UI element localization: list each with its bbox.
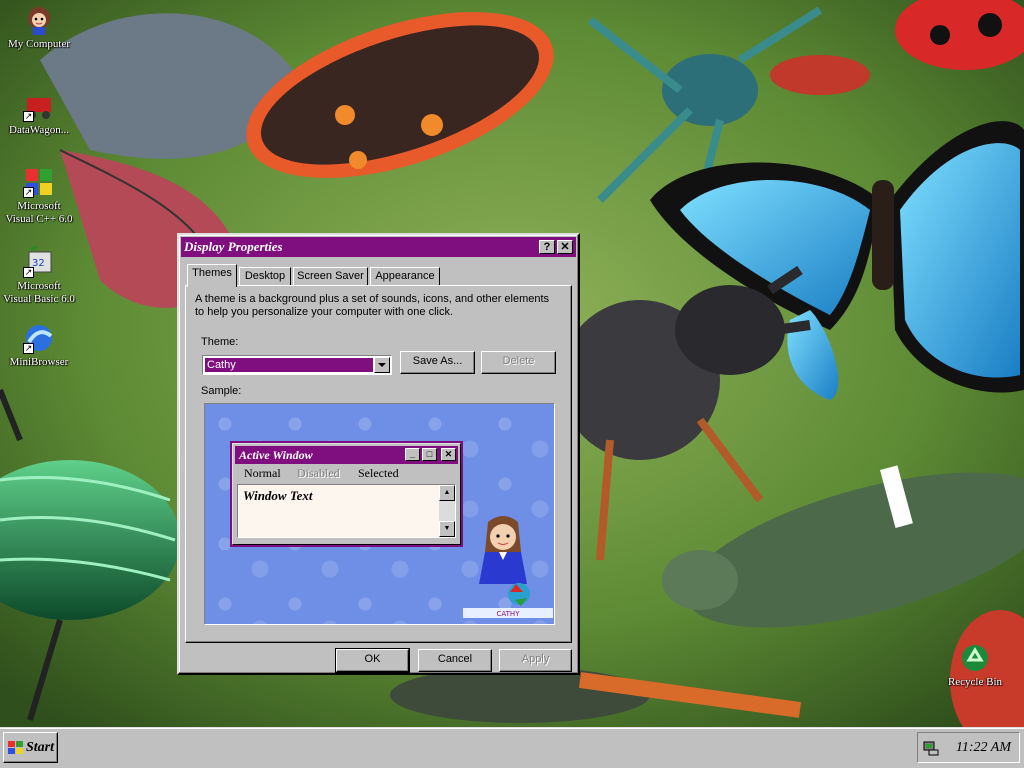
network-computer-icon[interactable] [923, 740, 939, 756]
recycle-icon [959, 642, 991, 674]
tab-themes[interactable]: Themes [187, 264, 237, 287]
sample-label: Sample: [201, 385, 242, 397]
theme-label: Theme: [201, 336, 239, 348]
theme-description: A theme is a background plus a set of so… [195, 293, 550, 318]
clock[interactable]: 11:22 AM [956, 740, 1011, 756]
desktop-icon-label: DataWagon... [9, 124, 69, 136]
dialog-titlebar[interactable]: Display Properties ? ✕ [181, 237, 576, 257]
windows-logo-icon [8, 741, 23, 754]
close-icon: ✕ [441, 448, 456, 461]
preview-scrollbar: ▲ ▼ [439, 485, 455, 537]
ok-button[interactable]: OK [335, 648, 410, 673]
visual-basic-icon: 32 ↗ [23, 244, 55, 278]
theme-sample-preview: Active Window _ □ ✕ Normal Disabled Sele… [204, 403, 555, 625]
tab-screen-saver[interactable]: Screen Saver [293, 267, 368, 286]
desktop-icon-minibrowser[interactable]: ↗ MiniBrowser [0, 322, 82, 369]
desktop-icon-recycle-bin[interactable]: Recycle Bin [932, 642, 1018, 689]
preview-title: Active Window [239, 448, 313, 462]
close-button[interactable]: ✕ [557, 240, 573, 254]
theme-select[interactable]: Cathy [202, 355, 392, 375]
tab-desktop[interactable]: Desktop [239, 267, 291, 286]
cartoon-girl-icon [23, 4, 55, 36]
taskbar: Start 11:22 AM [0, 727, 1024, 768]
preview-window-body: Window Text ▲ ▼ [237, 484, 456, 538]
delete-button[interactable]: Delete [481, 351, 556, 374]
mascot-caption: CATHY [497, 610, 521, 618]
desktop-icon-label: Recycle Bin [947, 676, 1003, 688]
desktop-icon-datawagon[interactable]: ↗ DataWagon... [0, 90, 82, 137]
help-button[interactable]: ? [539, 240, 555, 254]
preview-window-text: Window Text [243, 488, 313, 503]
desktop-icon-visual-basic[interactable]: 32 ↗ Microsoft Visual Basic 6.0 [0, 244, 82, 306]
tab-appearance[interactable]: Appearance [370, 267, 440, 286]
red-wagon-icon: ↗ [23, 90, 55, 122]
cancel-button[interactable]: Cancel [418, 649, 492, 672]
preview-titlebar: Active Window _ □ ✕ [235, 446, 458, 464]
scroll-down-icon: ▼ [439, 521, 455, 537]
desktop-icon-label: MiniBrowser [9, 356, 69, 368]
start-button[interactable]: Start [3, 732, 58, 763]
scroll-up-icon: ▲ [439, 485, 455, 501]
save-as-button[interactable]: Save As... [400, 351, 475, 374]
shortcut-arrow-icon: ↗ [23, 267, 34, 278]
shortcut-arrow-icon: ↗ [23, 187, 34, 198]
dialog-title: Display Properties [184, 239, 283, 254]
preview-menu-disabled: Disabled [297, 466, 340, 480]
theme-select-value: Cathy [205, 358, 373, 372]
apply-button[interactable]: Apply [499, 649, 572, 672]
preview-active-window: Active Window _ □ ✕ Normal Disabled Sele… [232, 443, 461, 545]
chevron-down-icon[interactable] [374, 357, 390, 373]
desktop-icon-label: My Computer [7, 38, 71, 50]
system-tray: 11:22 AM [917, 732, 1020, 763]
maximize-icon: □ [422, 448, 437, 461]
desktop-icon-label: Microsoft Visual Basic 6.0 [3, 280, 75, 305]
display-properties-dialog: Display Properties ? ✕ Themes Desktop Sc… [177, 233, 580, 675]
preview-menu-selected: Selected [358, 466, 399, 480]
minimize-icon: _ [405, 448, 420, 461]
start-label: Start [26, 740, 55, 755]
preview-menu-normal: Normal [244, 466, 281, 480]
desktop-icon-label: Microsoft Visual C++ 6.0 [5, 200, 73, 225]
globe-swirl-icon: ↗ [23, 322, 55, 354]
cathy-mascot-icon: CATHY [463, 516, 553, 618]
desktop-icon-visual-cpp[interactable]: ↗ Microsoft Visual C++ 6.0 [0, 166, 82, 226]
desktop-icon-my-computer[interactable]: My Computer [0, 4, 82, 51]
shortcut-arrow-icon: ↗ [23, 343, 34, 354]
shortcut-arrow-icon: ↗ [23, 111, 34, 122]
visual-cpp-icon: ↗ [23, 166, 55, 198]
